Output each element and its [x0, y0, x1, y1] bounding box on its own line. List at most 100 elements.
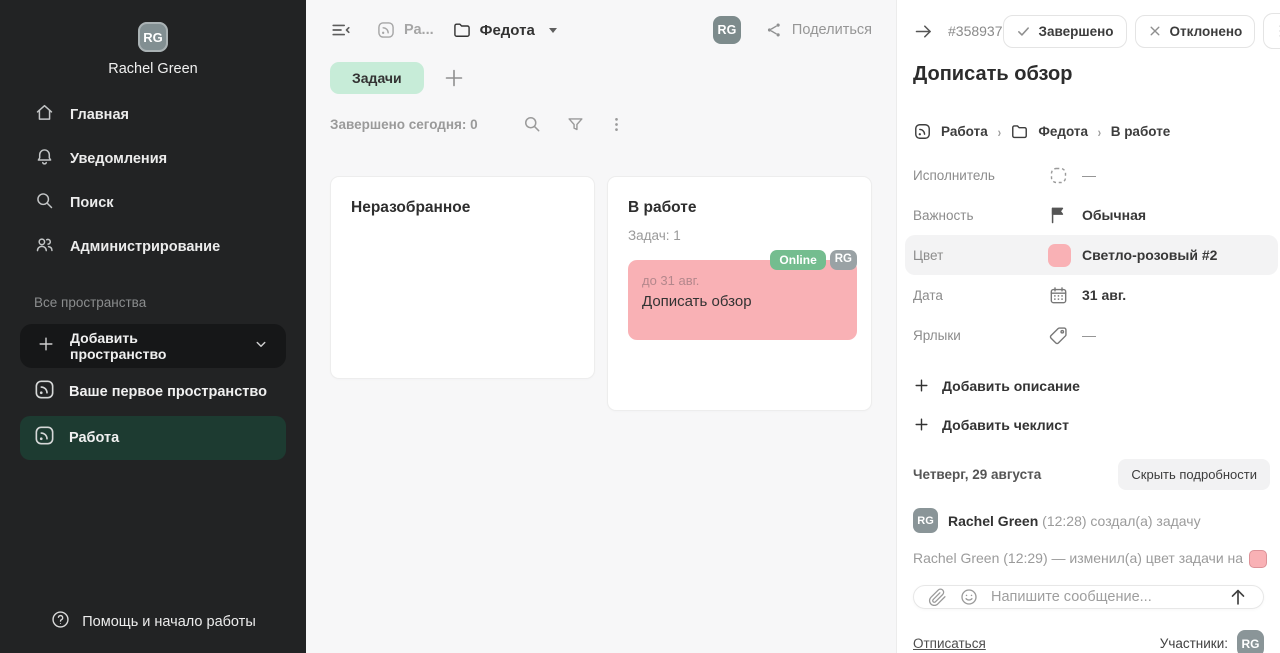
- task-fields: Исполнитель — Важность Обычная Цвет Свет…: [913, 155, 1270, 355]
- home-icon: [34, 102, 55, 128]
- task-title: Дописать обзор: [913, 63, 1270, 86]
- participant-avatar[interactable]: RG: [1237, 630, 1264, 653]
- activity-event-color-changed: Rachel Green (12:29) — изменил(а) цвет з…: [913, 550, 1270, 568]
- attach-file-button[interactable]: [928, 588, 947, 607]
- sidebar-item-label: Администрирование: [70, 239, 220, 255]
- add-checklist-button[interactable]: Добавить чеклист: [913, 416, 1270, 433]
- tag-icon: [1048, 325, 1082, 346]
- column-title: В работе: [628, 199, 857, 217]
- task-more-button[interactable]: [1263, 13, 1280, 49]
- event-text: Rachel Green (12:29) — изменил(а) цвет з…: [913, 550, 1267, 568]
- task-breadcrumb[interactable]: Работа › Федота › В работе: [913, 122, 1270, 141]
- space-label: Ваше первое пространство: [69, 384, 267, 400]
- sidebar-item-home[interactable]: Главная: [0, 93, 306, 137]
- plus-icon: [913, 416, 930, 433]
- activity-event-created: RG Rachel Green (12:28) создал(а) задачу: [913, 508, 1270, 533]
- folder-dropdown[interactable]: Федота: [452, 20, 557, 40]
- share-icon: [765, 21, 783, 39]
- sidebar-item-first-space[interactable]: Ваше первое пространство: [20, 370, 286, 414]
- user-name: Rachel Green: [0, 61, 306, 77]
- field-value: Светло-розовый #2: [1082, 247, 1217, 263]
- spaces-section-label: Все пространства: [0, 295, 306, 310]
- calendar-icon: [1048, 285, 1082, 306]
- chevron-down-icon: [252, 335, 270, 358]
- event-author-avatar: RG: [913, 508, 938, 533]
- user-avatar[interactable]: RG: [713, 16, 741, 44]
- card-due-date: до 31 авг.: [642, 273, 843, 288]
- online-status-badge: Online: [770, 250, 825, 270]
- activity-day-row: Четверг, 29 августа Скрыть подробности: [913, 459, 1270, 490]
- board-header: Ра... Федота RG Поделиться: [330, 0, 872, 60]
- kanban-column-inwork[interactable]: В работе Задач: 1 Online RG до 31 авг. Д…: [607, 176, 872, 411]
- field-value: —: [1082, 327, 1096, 343]
- reject-label: Отклонено: [1170, 24, 1243, 39]
- kanban-column-unsorted[interactable]: Неразобранное: [330, 176, 595, 379]
- event-text: Rachel Green (12:28) создал(а) задачу: [948, 513, 1201, 529]
- space-label: Работа: [69, 430, 119, 446]
- arrow-right-icon: [913, 21, 934, 42]
- chevron-right-icon: ›: [1098, 124, 1102, 140]
- filter-icon: [566, 115, 585, 134]
- tabs-row: Задачи: [330, 62, 872, 94]
- folder-icon: [452, 20, 472, 40]
- chevron-right-icon: ›: [997, 124, 1001, 140]
- tab-tasks[interactable]: Задачи: [330, 62, 424, 94]
- app-window: RG Rachel Green Главная Уведомления По: [0, 0, 1280, 653]
- field-assignee[interactable]: Исполнитель —: [913, 155, 1270, 195]
- add-tab-button[interactable]: [442, 66, 466, 90]
- add-description-button[interactable]: Добавить описание: [913, 377, 1270, 394]
- field-label: Дата: [913, 288, 1048, 303]
- field-color[interactable]: Цвет Светло-розовый #2: [905, 235, 1278, 275]
- complete-label: Завершено: [1039, 24, 1114, 39]
- add-space-button[interactable]: Добавить пространство: [20, 324, 286, 368]
- search-icon: [34, 190, 55, 216]
- send-message-button[interactable]: [1227, 586, 1249, 608]
- emoji-button[interactable]: [959, 587, 979, 607]
- folder-icon: [1010, 122, 1029, 141]
- event-detail: Rachel Green (12:29) — изменил(а) цвет з…: [913, 550, 1243, 566]
- user-avatar[interactable]: RG: [138, 22, 168, 52]
- sidebar-item-search[interactable]: Поиск: [0, 181, 306, 225]
- field-labels[interactable]: Ярлыки —: [913, 315, 1270, 355]
- plus-icon: [442, 66, 466, 90]
- message-input[interactable]: [991, 589, 1215, 605]
- sidebar-item-notifications[interactable]: Уведомления: [0, 137, 306, 181]
- share-button[interactable]: Поделиться: [765, 21, 872, 39]
- space-icon: [913, 122, 932, 141]
- breadcrumb-status-label: В работе: [1111, 124, 1171, 139]
- smiley-icon: [959, 587, 979, 607]
- task-id: #358937: [948, 23, 1003, 39]
- task-panel-footer: Отписаться Участники: RG: [913, 630, 1264, 653]
- card-badges: Online RG: [770, 250, 857, 270]
- paperclip-icon: [928, 588, 947, 607]
- breadcrumb-space-label: Работа: [941, 124, 988, 139]
- sidebar-item-label: Поиск: [70, 195, 114, 211]
- sidebar-item-admin[interactable]: Администрирование: [0, 225, 306, 269]
- hide-details-button[interactable]: Скрыть подробности: [1118, 459, 1270, 490]
- folder-name: Федота: [480, 22, 535, 39]
- field-label: Исполнитель: [913, 168, 1048, 183]
- task-card[interactable]: Online RG до 31 авг. Дописать обзор: [628, 260, 857, 340]
- field-value: 31 авг.: [1082, 287, 1126, 303]
- collapse-sidebar-button[interactable]: [330, 19, 352, 41]
- assignee-placeholder-icon: [1048, 165, 1082, 186]
- field-priority[interactable]: Важность Обычная: [913, 195, 1270, 235]
- complete-task-button[interactable]: Завершено: [1003, 15, 1127, 48]
- card-assignee-avatar: RG: [830, 250, 857, 270]
- open-full-button[interactable]: [913, 21, 934, 42]
- kebab-menu-icon: [607, 115, 626, 134]
- flag-icon: [1048, 205, 1082, 225]
- breadcrumb-space[interactable]: Ра...: [376, 20, 434, 40]
- plus-icon: [36, 334, 56, 359]
- caret-down-icon: [549, 28, 557, 33]
- search-tasks-button[interactable]: [522, 114, 542, 134]
- board-toolbar: Завершено сегодня: 0: [330, 114, 872, 134]
- sidebar-item-label: Главная: [70, 107, 129, 123]
- reject-task-button[interactable]: Отклонено: [1135, 15, 1256, 48]
- unsubscribe-link[interactable]: Отписаться: [913, 636, 986, 651]
- filter-button[interactable]: [566, 115, 585, 134]
- field-date[interactable]: Дата 31 авг.: [913, 275, 1270, 315]
- board-more-button[interactable]: [607, 115, 626, 134]
- sidebar-item-work-space[interactable]: Работа: [20, 416, 286, 460]
- help-link[interactable]: Помощь и начало работы: [0, 609, 306, 635]
